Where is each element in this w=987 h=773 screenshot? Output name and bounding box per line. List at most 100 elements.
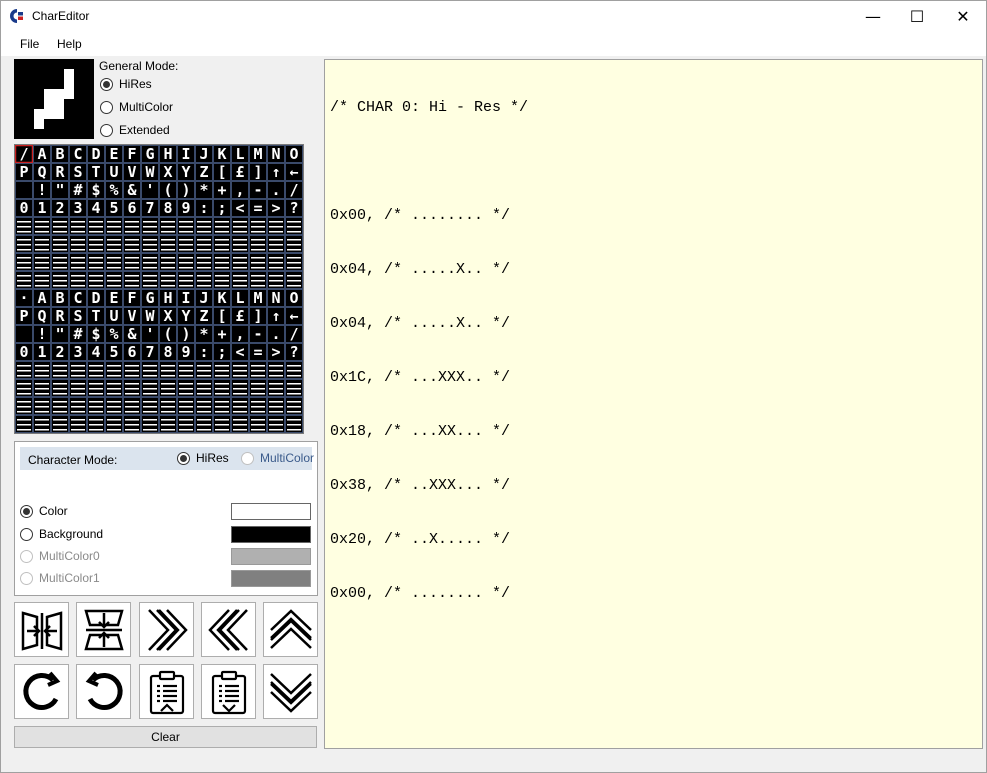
char-cell[interactable] xyxy=(195,415,213,433)
char-cell[interactable]: C xyxy=(69,289,87,307)
character-set-grid[interactable]: / A B C D E F G H I J K L M N O P Q R S T U V W X Y Z[£] ↑ ←! " # $% & '(… xyxy=(14,144,304,434)
clear-button[interactable]: Clear xyxy=(14,726,317,748)
char-cell[interactable] xyxy=(177,379,195,397)
char-cell[interactable] xyxy=(249,415,267,433)
char-cell[interactable] xyxy=(15,271,33,289)
char-cell[interactable]: £ xyxy=(231,163,249,181)
char-cell[interactable] xyxy=(177,253,195,271)
char-cell[interactable]: 2 xyxy=(51,199,69,217)
char-cell[interactable]: S xyxy=(69,163,87,181)
char-cell[interactable]: % xyxy=(105,325,123,343)
char-cell[interactable]: D xyxy=(87,289,105,307)
char-cell[interactable]: [ xyxy=(213,163,231,181)
char-cell[interactable]: , xyxy=(231,325,249,343)
char-cell[interactable] xyxy=(87,397,105,415)
multicolor0-swatch[interactable] xyxy=(231,548,311,565)
char-cell[interactable] xyxy=(141,235,159,253)
shift-down-button[interactable] xyxy=(263,664,318,719)
char-cell[interactable]: Z xyxy=(195,307,213,325)
general-mode-multicolor[interactable]: MultiColor xyxy=(100,100,173,114)
char-cell[interactable]: L xyxy=(231,289,249,307)
char-cell[interactable]: 3 xyxy=(69,343,87,361)
char-cell[interactable]: E xyxy=(105,289,123,307)
char-cell[interactable] xyxy=(141,415,159,433)
rotate-counterclockwise-button[interactable] xyxy=(76,664,131,719)
char-cell[interactable]: N xyxy=(267,289,285,307)
char-cell[interactable]: R xyxy=(51,163,69,181)
char-cell[interactable] xyxy=(69,271,87,289)
char-cell[interactable] xyxy=(213,397,231,415)
char-cell[interactable] xyxy=(15,217,33,235)
char-cell[interactable]: < xyxy=(231,199,249,217)
char-cell[interactable] xyxy=(195,397,213,415)
char-cell[interactable]: " xyxy=(51,181,69,199)
char-cell[interactable]: E xyxy=(105,145,123,163)
char-cell[interactable]: = xyxy=(249,343,267,361)
char-cell[interactable] xyxy=(15,325,33,343)
char-cell[interactable]: J xyxy=(195,289,213,307)
shift-up-button[interactable] xyxy=(263,602,318,657)
char-cell[interactable]: * xyxy=(195,325,213,343)
char-cell[interactable]: 1 xyxy=(33,199,51,217)
char-cell[interactable]: - xyxy=(249,325,267,343)
char-cell[interactable] xyxy=(213,415,231,433)
char-cell[interactable]: P xyxy=(15,307,33,325)
char-cell[interactable]: & xyxy=(123,325,141,343)
char-cell[interactable] xyxy=(141,361,159,379)
char-cell[interactable]: / xyxy=(15,145,34,164)
char-cell[interactable]: - xyxy=(249,181,267,199)
char-cell[interactable]: 9 xyxy=(177,343,195,361)
char-cell[interactable] xyxy=(285,379,303,397)
char-cell[interactable] xyxy=(231,379,249,397)
char-cell[interactable]: J xyxy=(195,145,213,163)
char-cell[interactable] xyxy=(87,361,105,379)
char-cell[interactable]: ; xyxy=(213,199,231,217)
char-cell[interactable] xyxy=(177,217,195,235)
char-cell[interactable]: 6 xyxy=(123,199,141,217)
minimize-button[interactable]: — xyxy=(850,1,896,32)
char-cell[interactable]: * xyxy=(195,181,213,199)
char-cell[interactable]: . xyxy=(267,181,285,199)
char-cell[interactable] xyxy=(141,253,159,271)
char-cell[interactable] xyxy=(141,397,159,415)
char-cell[interactable] xyxy=(51,235,69,253)
char-cell[interactable]: ! xyxy=(33,325,51,343)
char-cell[interactable] xyxy=(15,415,33,433)
char-cell[interactable] xyxy=(123,361,141,379)
radio-icon[interactable] xyxy=(100,123,113,137)
char-cell[interactable] xyxy=(15,379,33,397)
char-cell[interactable]: + xyxy=(213,325,231,343)
char-cell[interactable]: ↑ xyxy=(267,163,285,181)
char-cell[interactable]: ) xyxy=(177,325,195,343)
char-cell[interactable] xyxy=(195,217,213,235)
char-cell[interactable]: Z xyxy=(195,163,213,181)
char-cell[interactable]: 4 xyxy=(87,343,105,361)
char-cell[interactable]: U xyxy=(105,307,123,325)
char-cell[interactable]: 4 xyxy=(87,199,105,217)
char-cell[interactable] xyxy=(159,415,177,433)
char-cell[interactable]: ) xyxy=(177,181,195,199)
char-cell[interactable] xyxy=(15,361,33,379)
char-cell[interactable]: U xyxy=(105,163,123,181)
char-cell[interactable]: M xyxy=(249,145,267,163)
char-cell[interactable] xyxy=(87,415,105,433)
char-cell[interactable] xyxy=(177,397,195,415)
char-cell[interactable]: ( xyxy=(159,325,177,343)
char-cell[interactable]: N xyxy=(267,145,285,163)
char-cell[interactable]: 5 xyxy=(105,343,123,361)
char-cell[interactable] xyxy=(177,271,195,289)
char-cell[interactable] xyxy=(15,235,33,253)
char-cell[interactable] xyxy=(213,361,231,379)
char-cell[interactable] xyxy=(69,217,87,235)
char-cell[interactable]: B xyxy=(51,145,69,163)
char-cell[interactable] xyxy=(87,217,105,235)
char-cell[interactable]: . xyxy=(267,325,285,343)
char-cell[interactable] xyxy=(105,217,123,235)
char-cell[interactable]: ← xyxy=(285,307,303,325)
char-cell[interactable] xyxy=(267,271,285,289)
char-cell[interactable] xyxy=(51,253,69,271)
char-cell[interactable] xyxy=(15,397,33,415)
char-cell[interactable]: V xyxy=(123,307,141,325)
char-cell[interactable] xyxy=(51,379,69,397)
char-cell[interactable]: Q xyxy=(33,163,51,181)
